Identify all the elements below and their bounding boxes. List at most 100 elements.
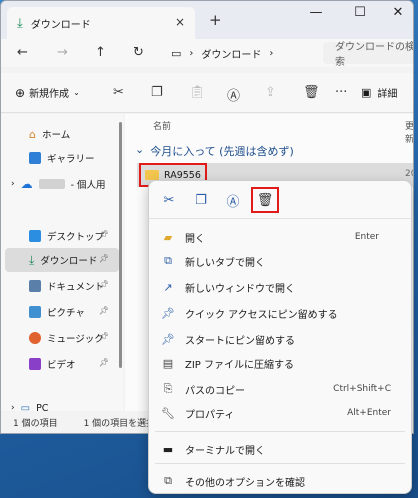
refresh-button[interactable]: ↻ [133,45,144,60]
monitor-icon: ▭ [171,46,182,60]
more-options-icon: ⧉ [164,474,172,487]
menu-item-more-options[interactable]: ⧉ その他のオプションを確認 [149,469,411,493]
share-icon[interactable]: ⇪ [265,85,276,100]
menu-shortcut: Ctrl+Shift+C [333,384,391,394]
details-label: 詳細 [377,89,398,100]
quick-actions: ✂ ❐ Ⓐ 🗑︎ [149,181,411,219]
context-menu: ✂ ❐ Ⓐ 🗑︎ ▰ 開く Enter ⧉ 新しいタブで開く ↗ 新しいウィンド… [148,180,412,494]
item-count: 1 個の項目 [13,418,58,429]
home-icon: ⌂ [29,127,36,141]
pin-icon: 📌︎ [161,306,175,320]
menu-item-pin-start[interactable]: 📌︎ スタートにピン留めする [149,327,411,351]
sidebar-item-desktop[interactable]: デスクトップ 📌︎ [1,224,119,248]
more-icon[interactable]: ··· [335,85,347,100]
open-external-icon: ↗ [163,280,173,294]
pictures-icon [29,306,41,318]
navigation-bar: ← → ↑ ↻ ▭ › ダウンロード › ダウンロードの検索 [1,39,413,68]
menu-item-pin-quick-access[interactable]: 📌︎ クイック アクセスにピン留めする [149,301,411,325]
pin-icon: 📌︎ [161,332,175,346]
download-icon: ⤓ [17,15,23,31]
column-header-date[interactable]: 更新 [405,119,413,145]
sidebar-item-label: ダウンロード [40,256,98,267]
file-name: RA9556 [164,169,201,181]
group-header[interactable]: ⌄ 今月に入って (先週は含めず) [135,143,294,159]
menu-item-label: クイック アクセスにピン留めする [185,309,338,321]
breadcrumb-chevron-icon: › [189,47,194,59]
menu-shortcut: Alt+Enter [347,408,391,418]
sidebar-item-videos[interactable]: ビデオ 📌︎ [1,352,119,376]
menu-item-label: 新しいウィンドウで開く [185,283,295,295]
column-header-name[interactable]: 名前 [153,119,171,132]
copy-path-icon: ⎘ [163,382,173,395]
folder-icon [145,170,159,180]
title-bar: ⤓ ダウンロード × + — ☐ ✕ [1,1,413,39]
new-tab-button[interactable]: + [209,11,222,29]
menu-item-open-terminal[interactable]: ▬ ターミナルで開く [149,437,411,461]
maximize-button[interactable]: ☐ [345,5,375,20]
menu-item-properties[interactable]: 🔧︎ プロパティ Alt+Enter [149,401,411,425]
menu-item-open-new-tab[interactable]: ⧉ 新しいタブで開く [149,249,411,273]
new-button[interactable]: ⊕ 新規作成 ⌄ [15,85,80,101]
sidebar-item-label: ミュージック [47,334,104,345]
copy-icon[interactable]: ❐ [189,189,213,211]
cut-icon[interactable]: ✂ [157,189,181,211]
copy-icon[interactable]: ❐ [151,85,163,100]
tab-downloads[interactable]: ⤓ ダウンロード × [7,7,195,39]
sidebar-item-label: デスクトップ [47,232,105,243]
menu-item-open[interactable]: ▰ 開く Enter [149,225,411,249]
sidebar-item-gallery[interactable]: ギャラリー [1,146,119,170]
forward-button[interactable]: → [57,45,68,60]
sidebar-item-label: ドキュメント [47,282,105,293]
delete-icon[interactable]: 🗑︎ [303,85,320,100]
search-input[interactable]: ダウンロードの検索 [323,42,413,68]
details-button[interactable]: ▣ 詳細 [361,85,397,100]
sidebar-item-onedrive[interactable]: › ☁ - 個人用 [1,172,119,196]
rename-icon[interactable]: Ⓐ [227,85,240,104]
menu-item-open-new-window[interactable]: ↗ 新しいウィンドウで開く [149,275,411,299]
address-bar[interactable]: ▭ › ダウンロード › [163,42,313,64]
pin-icon: 📌︎ [98,358,109,367]
selected-count: 1 個の項目を選択 [83,418,156,429]
folder-open-icon: ▰ [163,230,173,244]
sidebar-item-music[interactable]: ミュージック 📌︎ [1,326,119,350]
pin-icon: 📌︎ [98,332,109,341]
minimize-button[interactable]: — [301,5,331,20]
menu-item-label: スタートにピン留めする [185,335,295,347]
video-icon [29,358,41,370]
tab-close-icon[interactable]: × [175,15,185,29]
sidebar-item-home[interactable]: ⌂ ホーム [1,122,119,146]
menu-item-compress-zip[interactable]: ▤ ZIP ファイルに圧縮する [149,351,411,375]
menu-item-label: ZIP ファイルに圧縮する [185,359,295,371]
sidebar-item-downloads[interactable]: ⤓ ダウンロード 📌︎ [5,248,119,272]
document-icon [29,280,41,292]
menu-divider [155,463,405,464]
sidebar-item-label: ビデオ [47,360,76,371]
terminal-icon: ▬ [162,442,174,456]
tab-title: ダウンロード [30,19,91,31]
search-placeholder: ダウンロードの検索 [335,42,414,68]
cut-icon[interactable]: ✂ [113,85,124,100]
command-bar: ⊕ 新規作成 ⌄ ✂ ❐ 📋︎ Ⓐ ⇪ 🗑︎ ··· ▣ 詳細 [1,73,413,113]
menu-divider [155,431,405,432]
close-button[interactable]: ✕ [383,5,413,20]
rename-icon[interactable]: Ⓐ [221,189,245,211]
sidebar-item-pictures[interactable]: ピクチャ 📌︎ [1,300,119,324]
paste-icon[interactable]: 📋︎ [189,85,206,100]
details-pane-icon: ▣ [361,86,372,99]
delete-icon[interactable]: 🗑︎ [251,187,279,213]
sidebar-item-label: - 個人用 [70,180,106,191]
chevron-down-icon: ⌄ [73,88,80,97]
up-button[interactable]: ↑ [95,45,106,60]
sidebar-scrollbar[interactable] [119,122,122,368]
new-button-label: 新規作成 [29,89,70,100]
plus-circle-icon: ⊕ [15,85,26,100]
navigation-pane: ⌂ ホーム ギャラリー › ☁ - 個人用 デスクトップ 📌︎ ⤓ ダウンロード… [1,114,123,414]
menu-item-label: 開く [185,233,205,245]
sidebar-item-label: ピクチャ [47,308,85,319]
zip-icon: ▤ [162,356,174,370]
menu-shortcut: Enter [354,232,379,242]
back-button[interactable]: ← [17,45,28,60]
sidebar-item-documents[interactable]: ドキュメント 📌︎ [1,274,119,298]
menu-item-copy-path[interactable]: ⎘ パスのコピー Ctrl+Shift+C [149,377,411,401]
breadcrumb[interactable]: ダウンロード [201,46,261,61]
